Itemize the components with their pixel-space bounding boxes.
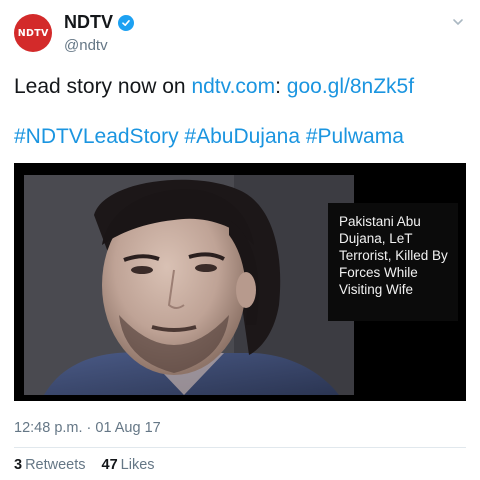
hashtag-line: #NDTVLeadStory #AbuDujana #Pulwama xyxy=(14,124,466,150)
retweets-stat[interactable]: 3 Retweets xyxy=(14,457,86,473)
tweet-text-prefix: Lead story now on xyxy=(14,75,192,98)
timestamp[interactable]: 12:48 p.m. · 01 Aug 17 xyxy=(14,420,161,436)
link-ndtv-domain[interactable]: ndtv.com xyxy=(191,75,275,98)
handle[interactable]: @ndtv xyxy=(64,37,108,54)
verified-badge-icon xyxy=(118,14,134,31)
media-image[interactable]: Pakistani Abu Dujana, LeT Terrorist, Kil… xyxy=(14,163,466,401)
retweets-count: 3 xyxy=(14,457,23,473)
tweet-card: NDTV NDTV @ndtv Lead story now on ndtv.c… xyxy=(0,0,480,480)
avatar[interactable]: NDTV xyxy=(14,14,52,52)
display-name[interactable]: NDTV xyxy=(64,12,113,33)
tweet-text-separator: : xyxy=(275,75,287,98)
media-caption: Pakistani Abu Dujana, LeT Terrorist, Kil… xyxy=(328,203,458,321)
ndtv-logo: NDTV xyxy=(17,27,49,39)
likes-count: 47 xyxy=(101,457,118,473)
link-short-url[interactable]: goo.gl/8nZk5f xyxy=(287,75,414,98)
hashtag-ndtvleadstory[interactable]: #NDTVLeadStory xyxy=(14,125,179,148)
likes-stat[interactable]: 47 Likes xyxy=(102,457,155,473)
tweet-text: Lead story now on ndtv.com: goo.gl/8nZk5… xyxy=(14,74,466,100)
news-photo xyxy=(24,175,354,395)
author-name-row: NDTV xyxy=(64,12,134,33)
hashtag-abudujana[interactable]: #AbuDujana xyxy=(184,125,300,148)
likes-label: Likes xyxy=(120,457,155,473)
divider xyxy=(14,447,466,448)
engagement-stats: 3 Retweets 47 Likes xyxy=(14,457,155,473)
hashtag-pulwama[interactable]: #Pulwama xyxy=(306,125,404,148)
chevron-down-icon[interactable] xyxy=(452,16,464,28)
retweets-label: Retweets xyxy=(25,457,86,473)
